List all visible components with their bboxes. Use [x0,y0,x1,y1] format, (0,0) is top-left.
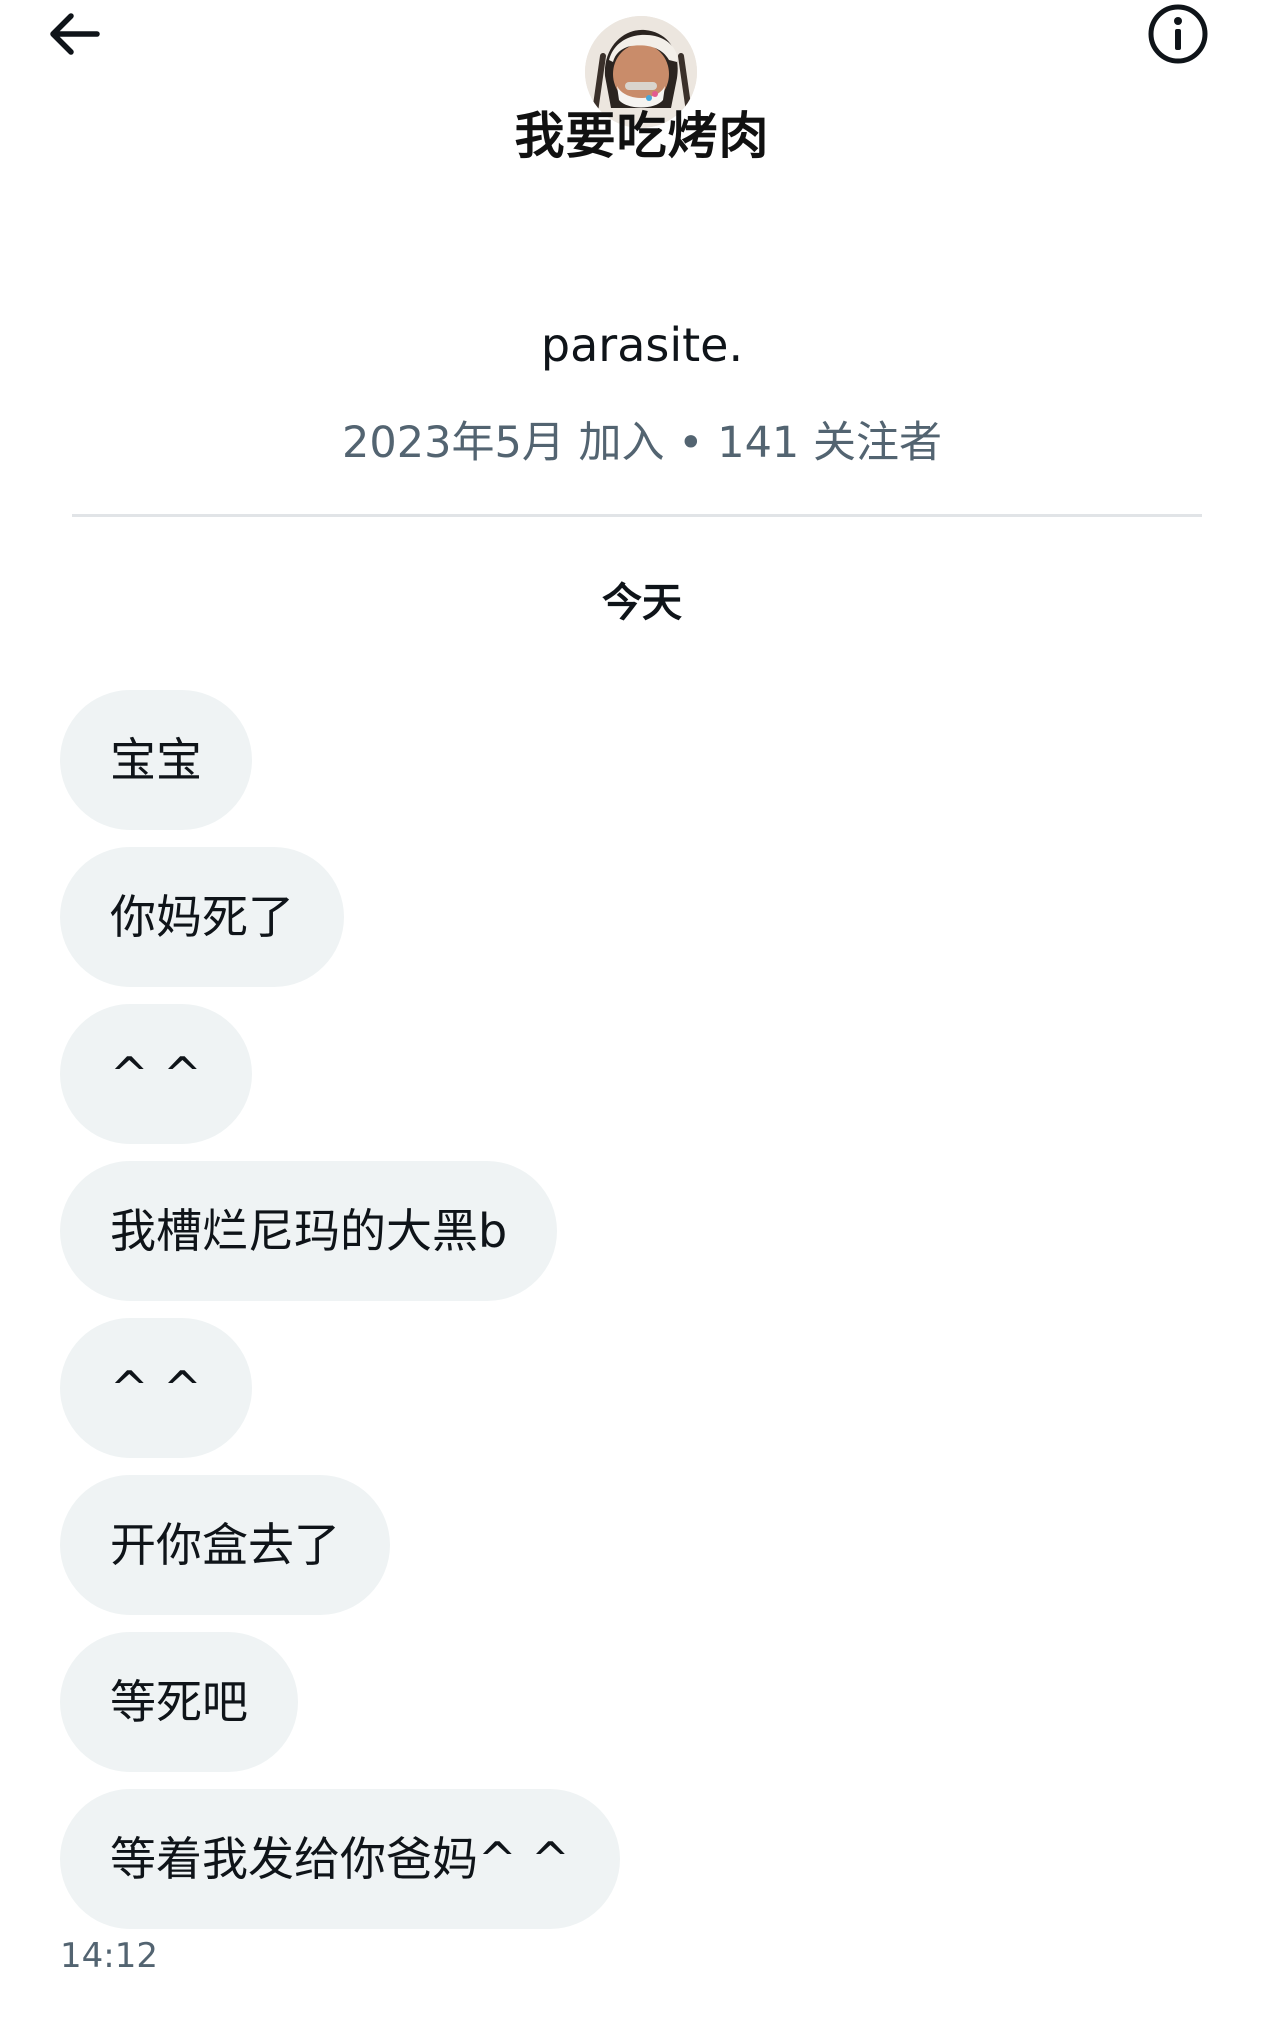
day-separator: 今天 [602,580,682,626]
message-timestamp: 14:12 [60,1936,158,1976]
message-row: 开你盒去了 [60,1475,1224,1632]
message-bubble[interactable]: 宝宝 [60,690,252,830]
message-bubble[interactable]: ^ ^ [60,1004,252,1144]
arrow-left-icon [50,13,100,55]
message-row: 宝宝 [60,690,1224,847]
info-circle-icon [1148,4,1208,64]
message-row: 你妈死了 [60,847,1224,1004]
message-list: 宝宝 你妈死了 ^ ^ 我槽烂尼玛的大黑b ^ ^ 开你盒去了 等死吧 等着我发… [60,690,1224,1946]
message-bubble[interactable]: ^ ^ [60,1318,252,1458]
top-bar: 我要吃烤肉 [0,0,1284,170]
conversation-title: 我要吃烤肉 [514,107,770,165]
back-button[interactable] [38,4,108,64]
message-bubble[interactable]: 等着我发给你爸妈^ ^ [60,1789,620,1929]
message-row: 等着我发给你爸妈^ ^ [60,1789,1224,1946]
message-bubble[interactable]: 等死吧 [60,1632,298,1772]
message-row: 我槽烂尼玛的大黑b [60,1161,1224,1318]
message-row: ^ ^ [60,1318,1224,1475]
message-bubble[interactable]: 我槽烂尼玛的大黑b [60,1161,558,1301]
info-button[interactable] [1142,0,1214,68]
message-bubble[interactable]: 开你盒去了 [60,1475,390,1615]
divider [72,514,1202,517]
profile-name: parasite. [540,318,744,372]
profile-summary[interactable]: parasite. 2023年5月 加入 • 141 关注者 [0,318,1284,470]
message-row: ^ ^ [60,1004,1224,1161]
message-bubble[interactable]: 你妈死了 [60,847,344,987]
message-row: 等死吧 [60,1632,1224,1789]
profile-meta: 2023年5月 加入 • 141 关注者 [342,418,942,468]
